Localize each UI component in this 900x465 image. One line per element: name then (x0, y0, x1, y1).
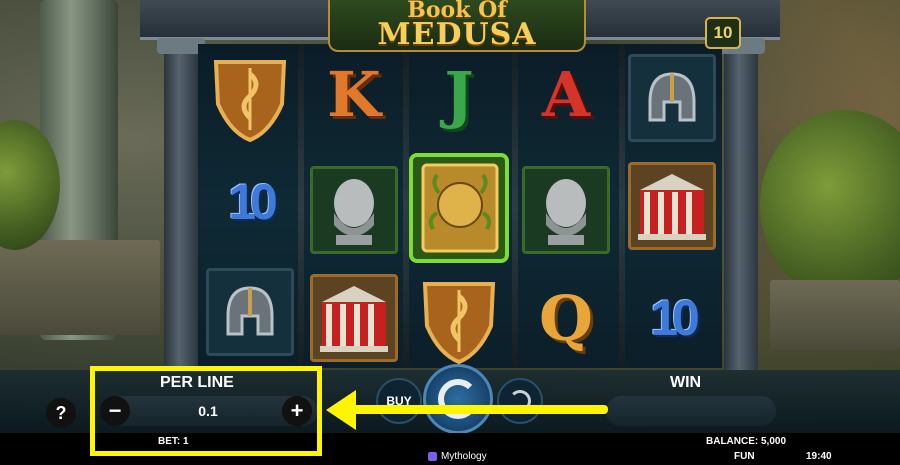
reel-2-row-1: K (306, 44, 402, 144)
balance-text: BALANCE: 5,000 (706, 436, 787, 447)
win-label: WIN (670, 374, 702, 391)
mode-text: FUN (734, 451, 755, 462)
reel-5-row-3: 10 (624, 268, 720, 368)
reel-4-row-3: Q (518, 268, 614, 368)
helmet-symbol-frame (628, 54, 716, 142)
logo-line-2: MEDUSA (377, 17, 537, 52)
j-symbol: J (444, 57, 474, 131)
temple-pillar-left (164, 40, 198, 370)
book-of-medusa-symbol (409, 153, 509, 263)
helmet-symbol-frame (206, 268, 294, 356)
reel-4-row-1: A (518, 44, 614, 144)
reel-3-row-1: J (411, 44, 507, 144)
statue-symbol (334, 179, 374, 245)
annotation-arrow-icon (326, 390, 356, 430)
right-ruin-wall (770, 280, 900, 350)
per-line-highlight-box (90, 366, 322, 456)
reel-4-row-2 (518, 160, 614, 260)
q-symbol: Q (538, 281, 593, 355)
left-ruin-wall (0, 240, 160, 335)
help-button[interactable]: ? (46, 398, 76, 428)
statue-symbol-frame (310, 166, 398, 254)
k-symbol: K (327, 57, 381, 131)
statue-symbol-frame (522, 166, 610, 254)
reel-5-row-2 (624, 156, 720, 256)
reel-5-row-1 (624, 48, 720, 148)
buy-feature-button[interactable]: BUY (376, 378, 422, 424)
game-logo: Book Of MEDUSA (328, 0, 586, 52)
reel-3-row-3 (411, 270, 507, 370)
right-tree-foliage (760, 110, 900, 300)
statue-symbol (546, 179, 586, 245)
a-symbol: A (541, 57, 591, 131)
provider-text: Mythology (441, 451, 487, 462)
helmet-symbol (648, 72, 696, 122)
win-value-box (606, 396, 776, 426)
shield-symbol (422, 282, 496, 364)
reel-separator (298, 44, 304, 368)
shield-symbol (213, 60, 287, 142)
reel-1-row-3 (202, 262, 298, 362)
temple-symbol-frame (310, 274, 398, 362)
reel-3-row-2 (406, 150, 512, 266)
ten-symbol: 10 (650, 290, 700, 346)
temple-symbol (320, 286, 388, 352)
clock-text: 19:40 (806, 451, 832, 462)
reel-1-row-2: 10 (202, 152, 298, 252)
reel-1-row-1 (202, 48, 298, 148)
temple-symbol-frame (628, 162, 716, 250)
provider-icon (428, 452, 437, 461)
ten-symbol: 10 (228, 174, 278, 230)
temple-pillar-right (724, 40, 758, 370)
lines-count-badge: 10 (705, 17, 741, 49)
annotation-arrow-shaft (348, 405, 608, 414)
reel-2-row-2 (306, 160, 402, 260)
autoplay-button[interactable] (497, 378, 543, 424)
provider-label: Mythology (428, 451, 487, 462)
spin-button[interactable] (423, 364, 493, 434)
temple-symbol (638, 174, 706, 240)
helmet-symbol (226, 286, 274, 336)
reel-2-row-3 (306, 268, 402, 368)
